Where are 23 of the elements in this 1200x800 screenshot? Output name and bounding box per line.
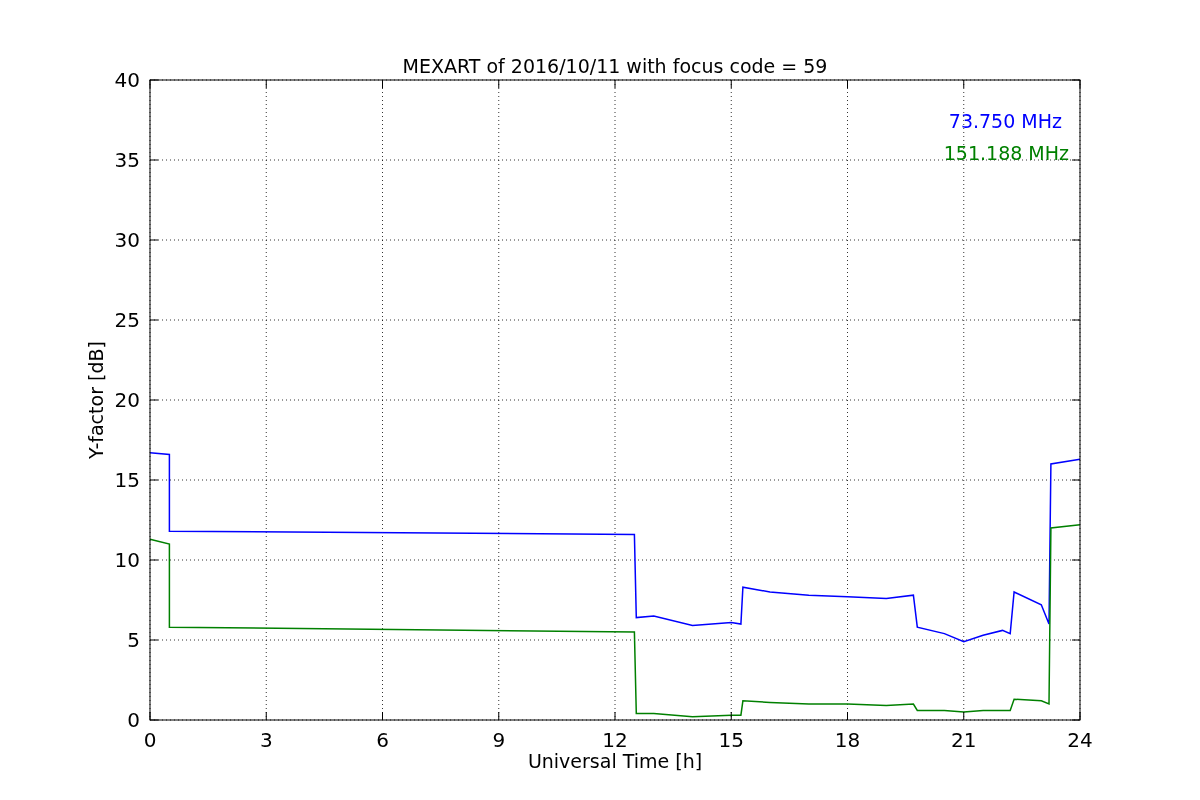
y-tick-label: 25 [114,308,140,332]
x-axis-label: Universal Time [h] [527,750,703,772]
x-tick-label: 12 [602,728,628,752]
y-tick-label: 20 [114,388,140,412]
x-tick-label: 6 [376,728,389,752]
x-tick-label: 21 [951,728,977,752]
x-tick-label: 3 [259,728,273,752]
legend-label: 151.188 MHz [943,142,1069,164]
x-tick-label: 15 [718,728,744,752]
x-tick-label: 0 [143,728,157,752]
y-tick-label: 30 [114,228,140,252]
x-tick-label: 9 [492,728,506,752]
y-tick-label: 0 [127,708,140,732]
x-tick-label: 18 [834,728,861,752]
y-tick-label: 35 [114,148,140,172]
chart-title: MEXART of 2016/10/11 with focus code = 59 [402,55,828,77]
y-axis-label: Y-factor [dB] [85,341,107,459]
y-tick-label: 15 [114,468,140,492]
y-tick-label: 5 [127,628,140,652]
x-tick-label: 24 [1067,728,1093,752]
y-tick-label: 40 [114,68,140,92]
y-tick-label: 10 [114,548,140,572]
legend-label: 73.750 MHz [948,110,1062,132]
